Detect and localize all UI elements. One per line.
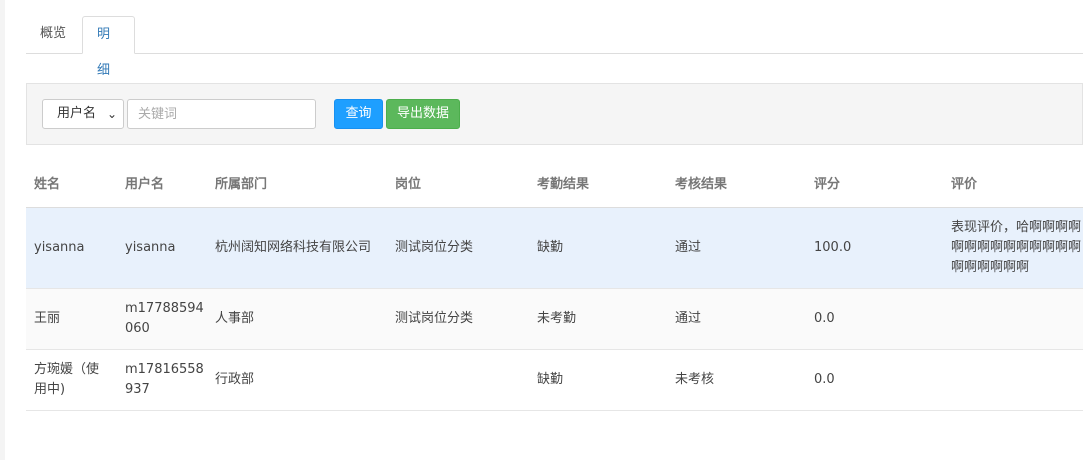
field-select-value: 用户名 xyxy=(57,106,97,121)
table-row[interactable]: 方琬媛（使用中) m17816558937 行政部 缺勤 未考核 0.0 xyxy=(26,350,1083,411)
cell-assessment: 未考核 xyxy=(675,372,715,387)
cell-name: yisanna xyxy=(34,240,85,255)
main-content: 概览 明细 用户名 ⌄ 查询 导出数据 姓名 用户名 所属部门 岗位 考勤结果 … xyxy=(26,0,1083,460)
header-name: 姓名 xyxy=(34,177,61,192)
header-score: 评分 xyxy=(814,177,841,192)
left-edge-strip xyxy=(0,0,5,460)
export-data-button[interactable]: 导出数据 xyxy=(386,99,460,129)
tab-overview[interactable]: 概览 xyxy=(26,16,82,52)
cell-score: 0.0 xyxy=(814,372,835,387)
table-header: 姓名 用户名 所属部门 岗位 考勤结果 考核结果 评分 评价 xyxy=(26,163,1083,208)
cell-score: 100.0 xyxy=(814,240,852,255)
cell-assessment: 通过 xyxy=(675,311,702,326)
cell-department: 杭州阔知网络科技有限公司 xyxy=(215,240,372,255)
header-attendance: 考勤结果 xyxy=(537,177,590,192)
field-select[interactable]: 用户名 ⌄ xyxy=(42,99,124,129)
tab-details[interactable]: 明细 xyxy=(82,16,135,78)
cell-name: 王丽 xyxy=(34,311,61,326)
filter-bar: 用户名 ⌄ 查询 导出数据 xyxy=(26,83,1083,145)
cell-attendance: 缺勤 xyxy=(537,240,564,255)
cell-evaluation xyxy=(951,289,1081,349)
header-department: 所属部门 xyxy=(215,177,268,192)
chevron-down-icon: ⌄ xyxy=(106,107,117,121)
query-button[interactable]: 查询 xyxy=(334,99,383,129)
details-table: 姓名 用户名 所属部门 岗位 考勤结果 考核结果 评分 评价 yisanna y… xyxy=(26,163,1083,411)
cell-position: 测试岗位分类 xyxy=(395,311,474,326)
tab-bar: 概览 明细 xyxy=(26,16,1083,78)
cell-position xyxy=(395,350,525,410)
table-row[interactable]: yisanna yisanna 杭州阔知网络科技有限公司 测试岗位分类 缺勤 通… xyxy=(26,208,1083,289)
cell-attendance: 未考勤 xyxy=(537,311,577,326)
cell-department: 人事部 xyxy=(215,311,255,326)
keyword-input[interactable] xyxy=(127,99,316,129)
cell-username: m17788594060 xyxy=(125,289,205,349)
cell-username-text: m17816558937 xyxy=(125,362,204,397)
cell-attendance: 缺勤 xyxy=(537,372,564,387)
header-position: 岗位 xyxy=(395,177,422,192)
header-assessment: 考核结果 xyxy=(675,177,728,192)
table-row[interactable]: 王丽 m17788594060 人事部 测试岗位分类 未考勤 通过 0.0 xyxy=(26,289,1083,350)
cell-username-text: m17788594060 xyxy=(125,301,204,336)
cell-name-text: 方琬媛（使用中) xyxy=(34,362,100,397)
cell-name: 方琬媛（使用中) xyxy=(34,350,114,410)
header-evaluation: 评价 xyxy=(951,177,978,192)
cell-username: yisanna xyxy=(125,240,176,255)
cell-score: 0.0 xyxy=(814,311,835,326)
cell-evaluation xyxy=(951,350,1081,410)
cell-position: 测试岗位分类 xyxy=(395,240,474,255)
cell-username: m17816558937 xyxy=(125,350,205,410)
header-username: 用户名 xyxy=(125,177,165,192)
cell-evaluation: 表现评价，哈啊啊啊啊啊啊啊啊啊啊啊啊啊啊啊啊啊啊啊啊 xyxy=(951,220,1082,275)
cell-department: 行政部 xyxy=(215,372,255,387)
cell-assessment: 通过 xyxy=(675,240,702,255)
